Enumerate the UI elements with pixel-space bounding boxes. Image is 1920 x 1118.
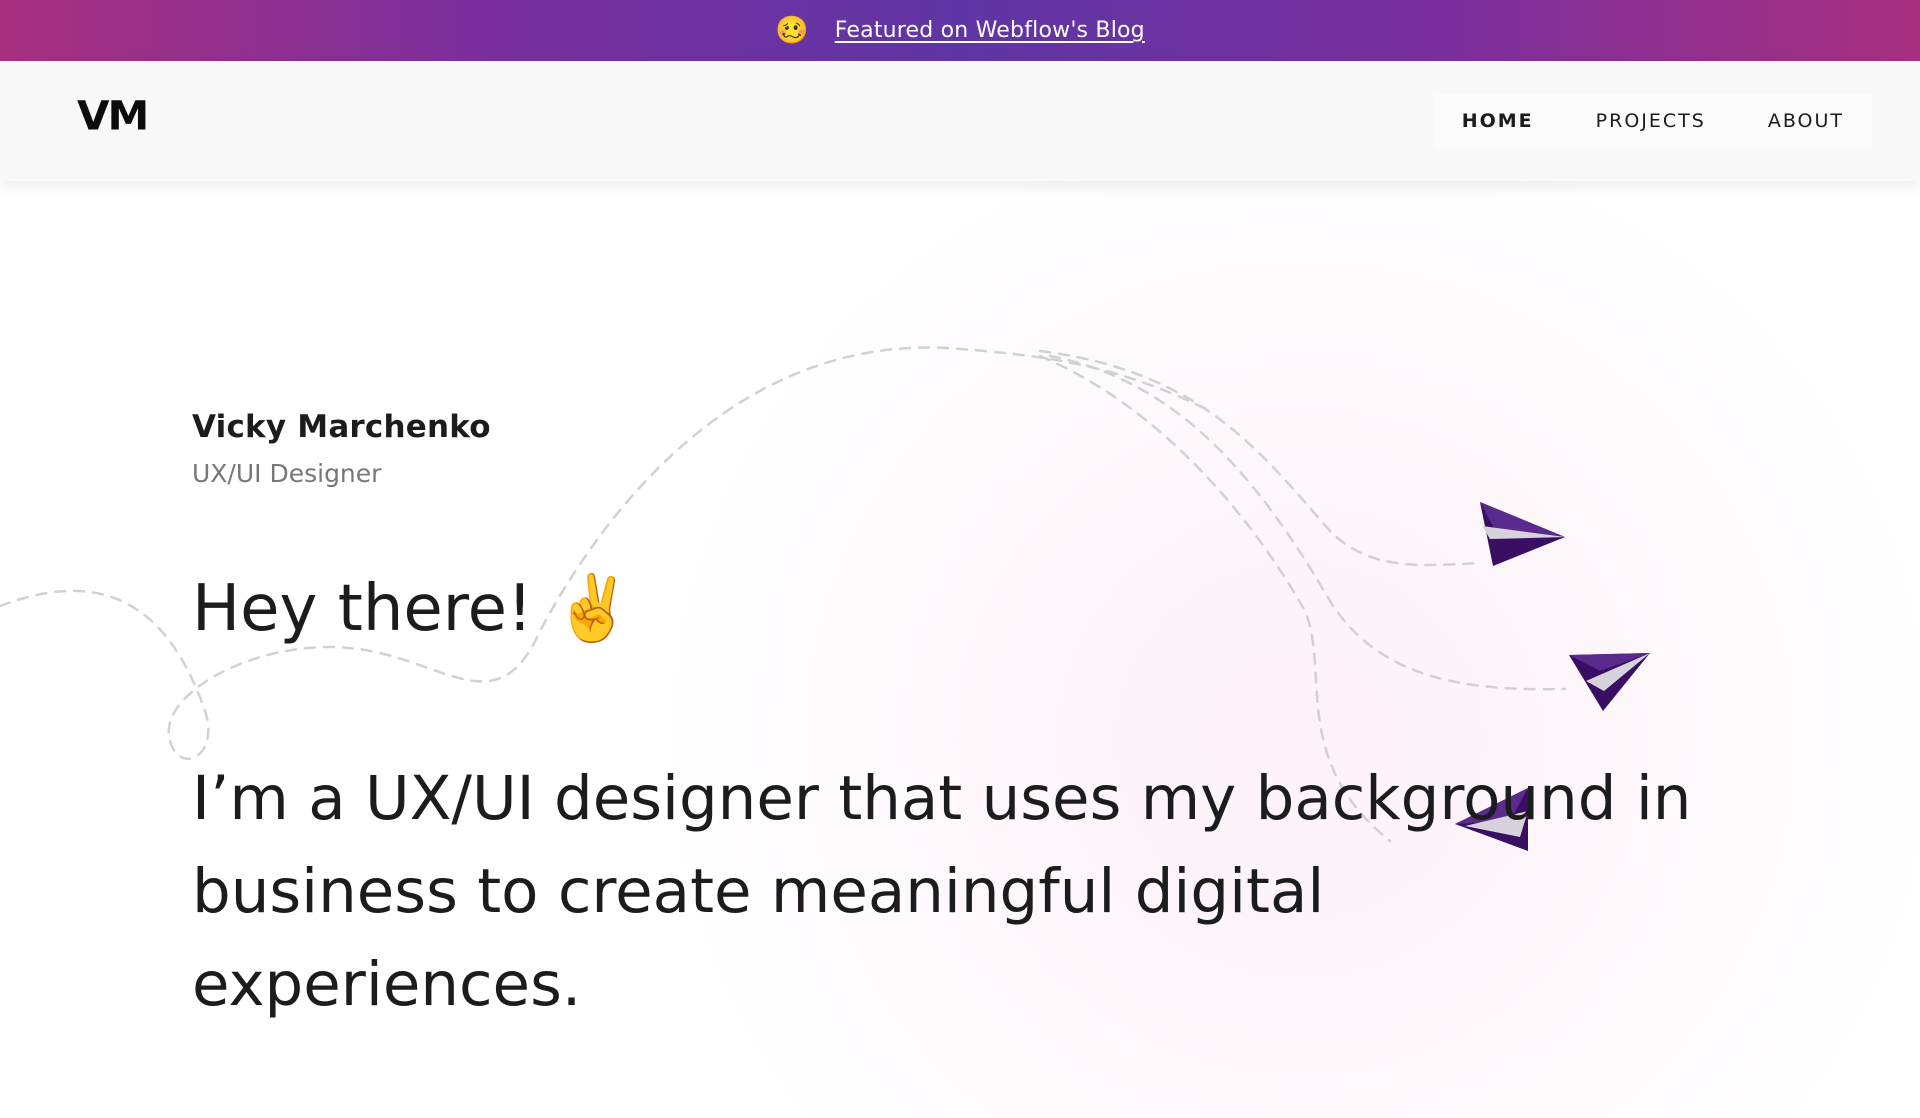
logo[interactable]: VM	[77, 96, 149, 136]
main-nav: HOME PROJECTS ABOUT	[1433, 94, 1872, 148]
designer-role: UX/UI Designer	[192, 459, 382, 488]
dashed-path	[1038, 349, 1482, 567]
greeting-heading: Hey there! ✌️	[192, 572, 633, 646]
dashed-path	[0, 346, 1212, 761]
featured-blog-link[interactable]: Featured on Webflow's Blog	[835, 18, 1145, 43]
featured-banner: 🥴 Featured on Webflow's Blog	[0, 0, 1920, 61]
site-header: VM HOME PROJECTS ABOUT	[0, 61, 1920, 181]
nav-projects[interactable]: PROJECTS	[1596, 110, 1706, 132]
hero-section: Vicky Marchenko UX/UI Designer Hey there…	[0, 181, 1920, 1118]
paper-plane-icon	[1569, 653, 1650, 711]
nav-about[interactable]: ABOUT	[1768, 110, 1844, 132]
intro-text: I’m a UX/UI designer that uses my backgr…	[192, 763, 1692, 1020]
nav-home[interactable]: HOME	[1462, 110, 1534, 132]
paper-plane-icon	[1480, 502, 1565, 566]
woozy-face-icon: 🥴	[775, 15, 809, 46]
designer-name: Vicky Marchenko	[192, 409, 491, 445]
